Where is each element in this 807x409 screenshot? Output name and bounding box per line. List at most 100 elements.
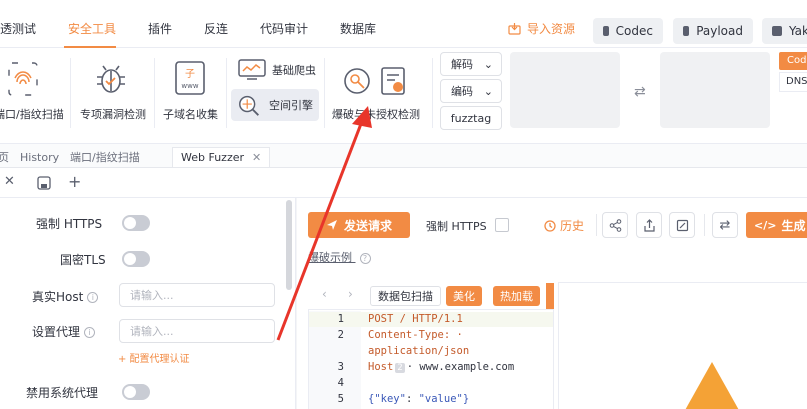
divider [70, 58, 71, 128]
generate-yak-button[interactable]: </> 生成 Y [746, 212, 807, 238]
code-line: {"key": "value"} [368, 393, 469, 405]
tab-history[interactable]: History [20, 147, 59, 167]
code-line: Host 2 · www.example.com [368, 361, 514, 373]
swap-icon: ⇄ [719, 217, 731, 233]
dns-tab[interactable]: DNS [779, 72, 807, 92]
import-resource-button[interactable]: 导入资源 [508, 20, 575, 37]
history-label: 历史 [560, 219, 585, 233]
codec-label: Codec [615, 24, 653, 38]
chevron-down-icon: ⌄ [483, 57, 493, 71]
code-icon: </> [754, 218, 777, 232]
more-tab-edge[interactable] [546, 283, 554, 309]
packet-scan-button[interactable]: 数据包扫描 [370, 286, 441, 306]
auth-check-icon [380, 66, 408, 99]
brute-force-icon [342, 66, 372, 99]
proxy-input[interactable]: 请输入... [119, 319, 275, 343]
gm-tls-label: 国密TLS [60, 253, 106, 267]
menu-reverse[interactable]: 反连 [204, 20, 228, 37]
basic-crawler-label: 基础爬虫 [272, 64, 316, 77]
save-icon[interactable] [37, 176, 51, 190]
code-json-key: {"key" [368, 393, 406, 405]
fuzzer-subbar: ✕ + [0, 168, 807, 198]
encode-label: 编码 [451, 85, 473, 98]
decode-label: 解码 [451, 58, 473, 71]
info-icon: i [84, 327, 96, 338]
generate-label: 生成 Y [781, 218, 807, 233]
menu-plugins[interactable]: 插件 [148, 20, 172, 37]
svg-text:子: 子 [185, 68, 195, 80]
line-number: 3 [337, 361, 344, 373]
subdomain-icon: 子 www [174, 60, 206, 99]
codec-input-box[interactable] [510, 52, 620, 128]
yak-button[interactable]: Yak [762, 18, 807, 44]
edit-icon [676, 219, 688, 231]
tab-web-fuzzer[interactable]: Web Fuzzer ✕ [172, 147, 271, 167]
page-tabs: 页 History 端口/指纹扫描 Web Fuzzer ✕ [0, 144, 807, 168]
menu-pentest[interactable]: 透测试 [0, 20, 36, 37]
payload-button[interactable]: Payload [673, 18, 753, 44]
force-https-checkbox[interactable] [495, 218, 509, 232]
import-icon [508, 23, 521, 35]
real-host-text: 真实Host [32, 290, 84, 304]
proxy-auth-link[interactable]: + 配置代理认证 [118, 350, 190, 365]
subdomain-tool[interactable]: 子域名收集 [163, 106, 218, 122]
close-icon[interactable]: ✕ [4, 174, 15, 189]
encode-dropdown[interactable]: 编码 ⌄ [440, 79, 502, 103]
disable-sys-proxy-label: 禁用系统代理 [26, 386, 99, 400]
disable-sys-proxy-toggle[interactable] [122, 384, 150, 400]
tab-port-scan[interactable]: 端口/指纹扫描 [70, 147, 140, 167]
menu-code-audit[interactable]: 代码审计 [260, 20, 308, 37]
codec-output-box[interactable] [660, 52, 770, 128]
payload-icon [683, 26, 690, 36]
line-number: 4 [337, 377, 344, 389]
top-menu-bar: 透测试 安全工具 插件 反连 代码审计 数据库 导入资源 Codec Paylo… [0, 0, 807, 48]
code-badge: 2 [395, 363, 405, 373]
proxy-text: 设置代理 [32, 325, 81, 339]
crawler-icon [238, 59, 266, 80]
beautify-button[interactable]: 美化 [446, 286, 482, 306]
code-host-key: Host [368, 361, 394, 373]
menu-database[interactable]: 数据库 [340, 20, 376, 37]
payload-label: Payload [696, 24, 743, 38]
info-icon: i [87, 292, 99, 303]
divider [432, 58, 433, 128]
export-button[interactable] [636, 212, 662, 238]
force-https-label: 强制 HTTPS [36, 217, 103, 231]
real-host-input[interactable]: 请输入... [119, 283, 275, 307]
port-scan-tool[interactable]: 端口/指纹扫描 [0, 106, 64, 122]
fingerprint-icon [8, 62, 38, 99]
chevron-down-icon: ⌄ [483, 84, 493, 98]
code-line-wrap: application/json [368, 345, 470, 357]
decode-dropdown[interactable]: 解码 ⌄ [440, 52, 502, 76]
yak-icon [772, 26, 782, 36]
edit-button[interactable] [669, 212, 695, 238]
swap-button[interactable]: ⇄ [712, 212, 738, 238]
code-line: POST / HTTP/1.1 [368, 313, 463, 325]
hot-load-button[interactable]: 热加载 [493, 286, 540, 306]
proxy-label: 设置代理 i [32, 323, 96, 340]
tab-web-fuzzer-label: Web Fuzzer [181, 151, 245, 164]
divider [226, 58, 227, 128]
export-icon [643, 218, 655, 232]
basic-crawler-tool[interactable]: 基础爬虫 [232, 55, 322, 85]
share-button[interactable] [602, 212, 628, 238]
codec-button[interactable]: Codec [593, 18, 663, 44]
menu-security-tools[interactable]: 安全工具 [68, 20, 116, 37]
yak-label: Yak [789, 24, 807, 38]
history-button[interactable]: 历史 [544, 217, 584, 234]
import-resource-label: 导入资源 [527, 22, 576, 36]
swap-icon[interactable]: ⇄ [634, 84, 646, 100]
fuzztag-button[interactable]: fuzztag [440, 106, 502, 130]
force-https-toggle[interactable] [122, 215, 150, 231]
request-force-https-label: 强制 HTTPS [426, 220, 487, 233]
tab-home[interactable]: 页 [0, 147, 9, 167]
vuln-detect-tool[interactable]: 专项漏洞检测 [80, 106, 146, 122]
code-json-value: "value"} [418, 393, 470, 405]
gm-tls-toggle[interactable] [122, 251, 150, 267]
real-host-label: 真实Host i [32, 288, 99, 305]
add-icon[interactable]: + [68, 172, 81, 191]
divider [154, 58, 155, 128]
svg-text:www: www [181, 82, 198, 90]
codec-tab[interactable]: Cod [779, 52, 807, 70]
clock-icon [544, 219, 556, 232]
